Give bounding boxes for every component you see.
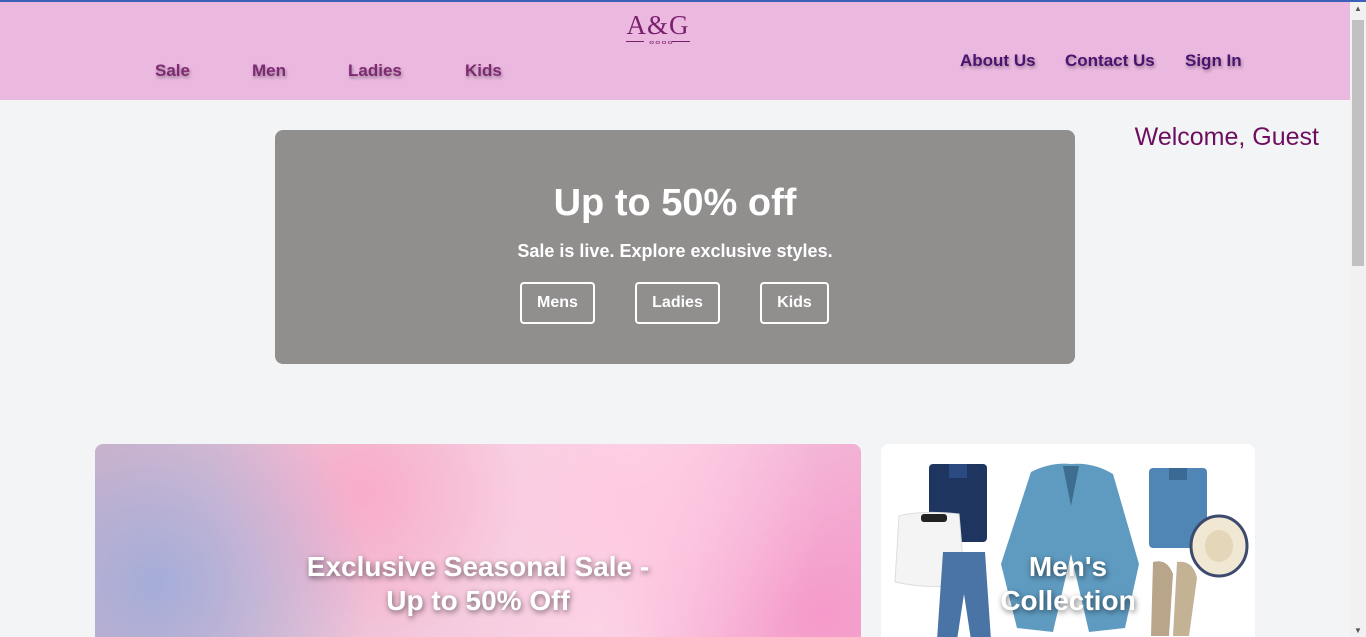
nav-kids[interactable]: Kids [465,61,502,81]
scroll-down-icon[interactable]: ▼ [1354,626,1362,635]
nav-sale[interactable]: Sale [155,61,190,81]
nav-sign-in[interactable]: Sign In [1185,51,1242,71]
seasonal-sale-title: Exclusive Seasonal Sale - Up to 50% Off [95,550,861,618]
site-header: A&G ⴰⴰⴰⴰ Sale Men Ladies Kids About Us C… [0,2,1350,100]
hero-title: Up to 50% off [553,182,797,224]
brand-logo[interactable]: A&G ⴰⴰⴰⴰ [620,10,696,50]
nav-men[interactable]: Men [252,61,286,81]
sale-hero-banner: Up to 50% off Sale is live. Explore excl… [275,130,1075,364]
hero-subtitle: Sale is live. Explore exclusive styles. [517,241,833,261]
logo-mark: ⴰⴰⴰⴰ [649,37,674,46]
logo-rule-right [672,41,690,42]
scroll-up-icon[interactable]: ▲ [1354,4,1362,13]
seasonal-sale-title-line1: Exclusive Seasonal Sale - [306,551,650,582]
nav-about-us[interactable]: About Us [960,51,1036,71]
logo-rule-left [626,41,644,42]
scrollbar-thumb[interactable] [1352,20,1364,266]
page-scrollbar[interactable]: ▲ ▼ [1350,2,1366,637]
hero-kids-button[interactable]: Kids [760,282,829,324]
nav-contact-us[interactable]: Contact Us [1065,51,1155,71]
hero-mens-button[interactable]: Mens [520,282,595,324]
welcome-message: Welcome, Guest [1134,123,1319,151]
mens-collection-card[interactable]: Men's Collection [881,444,1255,637]
seasonal-sale-card[interactable]: Exclusive Seasonal Sale - Up to 50% Off [95,444,861,637]
mens-collection-title: Men's Collection [881,550,1255,618]
mens-collection-title-line2: Collection [1000,585,1136,616]
mens-collection-title-line1: Men's [1028,551,1108,582]
logo-text: A&G [626,10,690,40]
nav-ladies[interactable]: Ladies [348,61,402,81]
hero-ladies-button[interactable]: Ladies [635,282,720,324]
seasonal-sale-title-line2: Up to 50% Off [386,585,570,616]
